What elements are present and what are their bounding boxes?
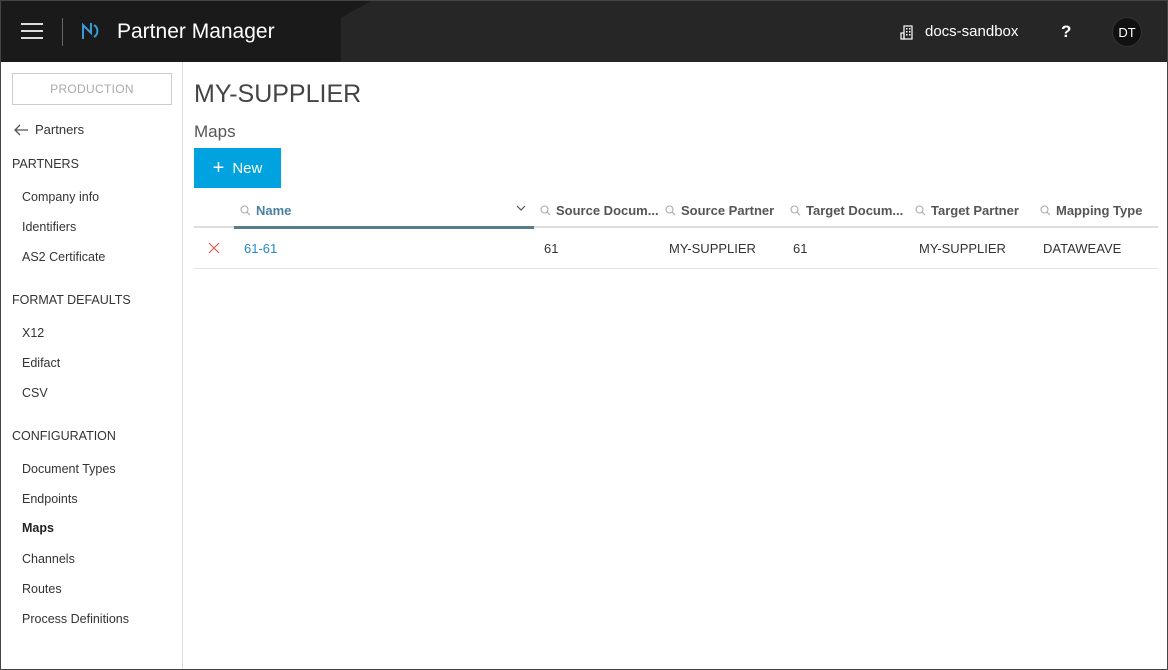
column-header-target-partner[interactable]: Target Partner: [915, 194, 1035, 226]
sidebar-item-document-types[interactable]: Document Types: [22, 462, 116, 476]
column-header-mapping-type[interactable]: Mapping Type: [1040, 194, 1158, 226]
environment-name: docs-sandbox: [925, 23, 1019, 40]
sidebar-item-endpoints[interactable]: Endpoints: [22, 492, 78, 506]
user-avatar[interactable]: DT: [1112, 17, 1142, 47]
sidebar-item-maps[interactable]: Maps: [22, 521, 54, 535]
sidebar-item-x12[interactable]: X12: [22, 326, 44, 340]
column-header-target-document[interactable]: Target Docum...: [790, 194, 910, 226]
section-title: Maps: [194, 122, 236, 141]
sidebar-item-routes[interactable]: Routes: [22, 582, 62, 596]
plus-icon: +: [212, 157, 225, 179]
partner-manager-logo-icon: [82, 22, 99, 39]
page-title: MY-SUPPLIER: [194, 80, 362, 108]
sidebar-item-identifiers[interactable]: Identifiers: [22, 220, 76, 234]
main-content: MY-SUPPLIER Maps + New Name Source Docum…: [184, 62, 1167, 669]
cell-source-document: 61: [544, 241, 559, 256]
section-header-configuration: CONFIGURATION: [12, 429, 116, 443]
search-icon: [540, 204, 551, 215]
table-row: 61-61 61 MY-SUPPLIER 61 MY-SUPPLIER DATA…: [194, 228, 1158, 269]
search-icon: [665, 204, 676, 215]
maps-table: Name Source Docum... Source Partner Targ…: [194, 194, 1158, 269]
help-button[interactable]: ?: [1061, 22, 1071, 42]
cell-source-partner: MY-SUPPLIER: [669, 241, 756, 256]
cell-target-partner: MY-SUPPLIER: [919, 241, 1006, 256]
new-button-label: New: [232, 159, 263, 177]
back-link-label: Partners: [35, 122, 85, 137]
search-icon: [790, 204, 801, 215]
top-bar: Partner Manager docs-sandbox ? DT: [1, 1, 1167, 62]
column-header-name[interactable]: Name: [240, 194, 510, 226]
arrow-left-icon: [14, 124, 28, 135]
building-icon: [900, 24, 913, 40]
app-title: Partner Manager: [117, 20, 275, 43]
sidebar-item-edifact[interactable]: Edifact: [22, 356, 60, 370]
cell-target-document: 61: [793, 241, 808, 256]
sidebar-item-company-info[interactable]: Company info: [22, 190, 99, 204]
header-divider: [62, 18, 63, 46]
environment-badge: PRODUCTION: [12, 73, 172, 105]
search-icon: [1040, 204, 1051, 215]
sidebar-item-csv[interactable]: CSV: [22, 386, 48, 400]
column-header-source-partner[interactable]: Source Partner: [665, 194, 785, 226]
back-to-partners-link[interactable]: Partners: [13, 122, 84, 137]
column-header-source-document[interactable]: Source Docum...: [540, 194, 660, 226]
table-header: Name Source Docum... Source Partner Targ…: [194, 194, 1158, 229]
new-map-button[interactable]: + New: [194, 148, 281, 188]
sidebar: PRODUCTION Partners PARTNERS Company inf…: [1, 62, 183, 669]
hamburger-menu-icon[interactable]: [21, 23, 43, 39]
cell-mapping-type: DATAWEAVE: [1043, 241, 1122, 256]
delete-x-icon[interactable]: [208, 242, 220, 254]
sidebar-item-as2-certificate[interactable]: AS2 Certificate: [22, 250, 105, 264]
search-icon: [240, 204, 251, 215]
section-header-format-defaults: FORMAT DEFAULTS: [12, 293, 131, 307]
sidebar-item-channels[interactable]: Channels: [22, 552, 75, 566]
environment-selector[interactable]: docs-sandbox: [900, 23, 1018, 40]
sidebar-item-process-definitions[interactable]: Process Definitions: [22, 612, 129, 626]
chevron-down-icon[interactable]: [516, 204, 526, 212]
map-name-link[interactable]: 61-61: [244, 241, 277, 256]
search-icon: [915, 204, 926, 215]
section-header-partners: PARTNERS: [12, 157, 79, 171]
